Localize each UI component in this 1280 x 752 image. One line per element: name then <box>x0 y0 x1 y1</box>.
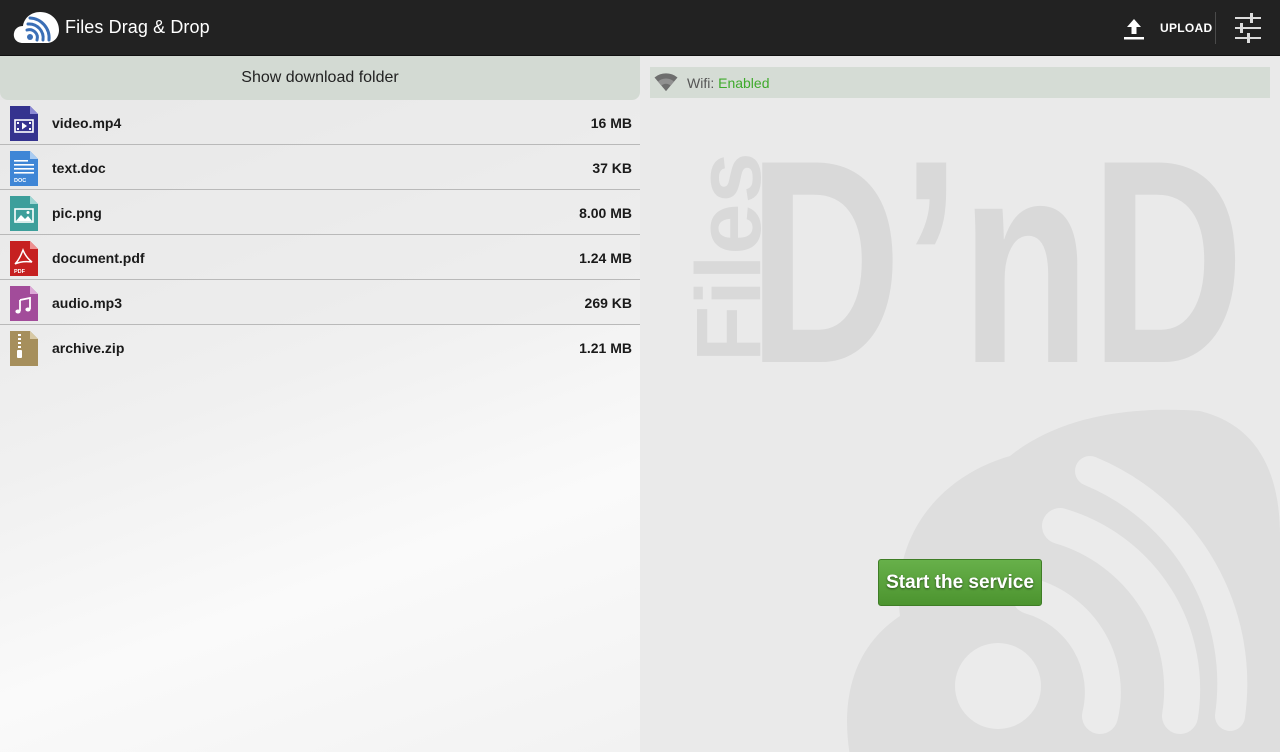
service-pane: Files D’nD Wifi: Enabled Start the servi… <box>640 56 1280 752</box>
file-row[interactable]: PDF document.pdf 1.24 MB <box>0 235 640 280</box>
pdf-file-icon: PDF <box>10 241 38 276</box>
svg-text:DOC: DOC <box>14 178 26 184</box>
settings-button[interactable] <box>1228 10 1268 46</box>
upload-button[interactable]: UPLOAD <box>1116 8 1212 48</box>
file-list: video.mp4 16 MB DOC text.doc 37 KB pic.p… <box>0 100 640 370</box>
wifi-status-text: Wifi: Enabled <box>687 75 770 91</box>
sliders-icon <box>1235 13 1261 43</box>
wifi-icon <box>654 73 678 91</box>
app-title: Files Drag & Drop <box>65 17 210 37</box>
cloud-wifi-icon[interactable] <box>13 10 61 44</box>
video-file-icon <box>10 106 38 141</box>
file-row[interactable]: pic.png 8.00 MB <box>0 190 640 235</box>
dnd-watermark-logo: Files D’nD <box>678 100 1280 752</box>
file-size: 37 KB <box>592 160 632 176</box>
file-row[interactable]: DOC text.doc 37 KB <box>0 145 640 190</box>
image-file-icon <box>10 196 38 231</box>
show-download-folder-button[interactable]: Show download folder <box>0 56 640 100</box>
file-size: 1.21 MB <box>579 340 632 356</box>
file-name: text.doc <box>52 160 106 176</box>
watermark-dnd-text: D’nD <box>748 100 1244 424</box>
file-row[interactable]: audio.mp3 269 KB <box>0 280 640 325</box>
file-size: 1.24 MB <box>579 250 632 266</box>
file-pane: Show download folder video.mp4 16 MB DOC… <box>0 56 640 752</box>
file-name: pic.png <box>52 205 102 221</box>
audio-file-icon <box>10 286 38 321</box>
file-name: video.mp4 <box>52 115 122 131</box>
file-row[interactable]: video.mp4 16 MB <box>0 100 640 145</box>
file-name: audio.mp3 <box>52 295 123 311</box>
file-name: archive.zip <box>52 340 125 356</box>
start-service-button[interactable]: Start the service <box>878 559 1042 606</box>
doc-file-icon: DOC <box>10 151 38 186</box>
zip-file-icon <box>10 331 38 366</box>
wifi-status-value: Enabled <box>718 75 770 91</box>
wifi-label: Wifi: <box>687 75 715 91</box>
file-size: 8.00 MB <box>579 205 632 221</box>
upload-icon <box>1124 19 1144 40</box>
action-bar-divider <box>1215 12 1216 44</box>
file-row[interactable]: archive.zip 1.21 MB <box>0 325 640 370</box>
file-size: 269 KB <box>584 295 632 311</box>
action-bar: Files Drag & Drop UPLOAD <box>0 0 1280 56</box>
file-size: 16 MB <box>590 115 632 131</box>
svg-text:PDF: PDF <box>14 269 26 275</box>
wifi-status-bar: Wifi: Enabled <box>650 67 1270 98</box>
file-name: document.pdf <box>52 250 145 266</box>
upload-label: UPLOAD <box>1160 21 1213 35</box>
